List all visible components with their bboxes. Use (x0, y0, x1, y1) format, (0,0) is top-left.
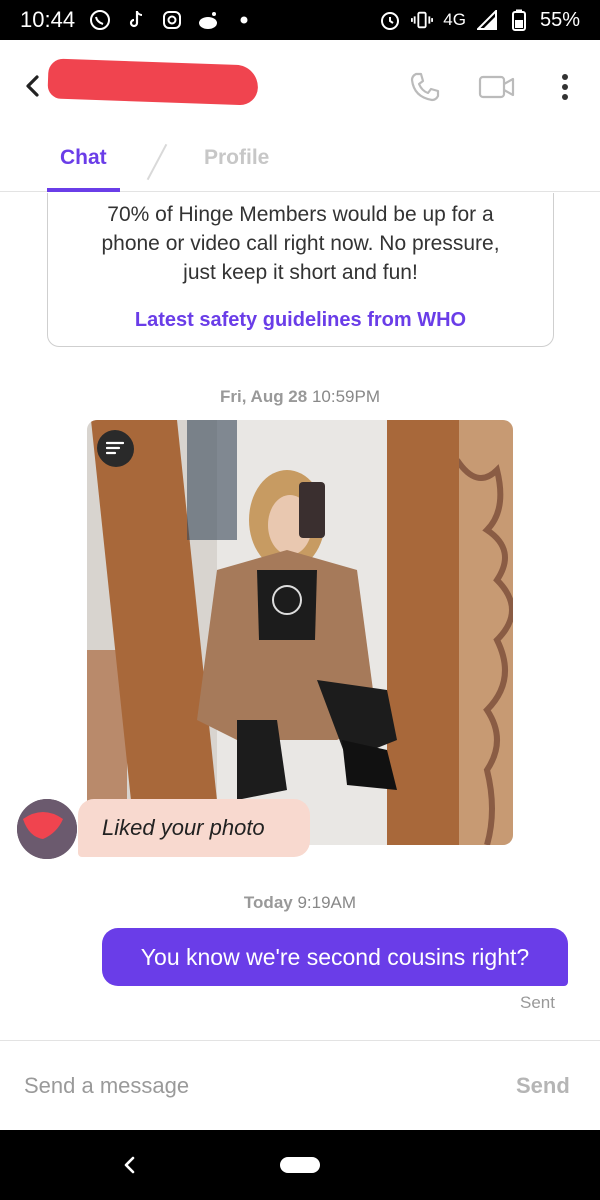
timestamp: Today 9:19AM (0, 893, 600, 913)
mirror-selfie-image (87, 420, 513, 845)
sent-status: Sent (520, 993, 555, 1012)
network-type: 4G (443, 10, 466, 29)
notification-dot-icon (233, 9, 255, 31)
system-back-button[interactable] (118, 1150, 142, 1180)
chat-header: per (0, 40, 600, 132)
system-nav-bar (0, 1130, 600, 1200)
video-call-button[interactable] (478, 72, 516, 102)
back-button[interactable] (18, 70, 46, 102)
alarm-icon (379, 9, 401, 31)
video-camera-icon (478, 75, 515, 99)
timestamp-day: Today (243, 893, 293, 912)
tab-active-indicator (47, 188, 120, 192)
back-arrow-icon (124, 1156, 135, 1174)
phone-icon (410, 72, 440, 102)
liked-photo[interactable] (87, 420, 513, 845)
whatsapp-icon (89, 9, 111, 31)
tab-chat[interactable]: Chat (60, 146, 107, 170)
safety-tip-text: 70% of Hinge Members would be up for a p… (101, 203, 500, 284)
instagram-icon (161, 9, 183, 31)
redaction-scribble (47, 58, 259, 106)
reddit-icon (197, 9, 219, 31)
vibrate-icon (411, 9, 434, 31)
outgoing-message[interactable]: You know we're second cousins right? (102, 928, 568, 986)
tab-divider (146, 143, 168, 181)
chat-thread[interactable]: 70% of Hinge Members would be up for a p… (0, 193, 600, 1040)
signal-icon (476, 9, 498, 31)
timestamp: Fri, Aug 28 10:59PM (0, 387, 600, 407)
battery-icon (508, 9, 530, 31)
tab-profile[interactable]: Profile (204, 146, 269, 170)
chevron-left-icon (26, 75, 39, 97)
safety-guidelines-link[interactable]: Latest safety guidelines from WHO (48, 309, 553, 332)
home-pill[interactable] (280, 1157, 320, 1173)
tab-bar: Chat Profile (0, 132, 600, 192)
more-options-icon[interactable] (555, 70, 575, 104)
status-time: 10:44 (20, 7, 76, 32)
timestamp-time: 9:19AM (297, 893, 357, 912)
timestamp-day: Fri, Aug 28 (220, 387, 308, 406)
status-bar: 10:44 4G 55% (0, 0, 600, 40)
tiktok-icon (125, 9, 147, 31)
message-input[interactable] (24, 1069, 444, 1103)
message-composer: Send (0, 1040, 600, 1130)
comment-icon[interactable] (97, 430, 133, 466)
avatar[interactable] (17, 799, 77, 859)
safety-tip-card: 70% of Hinge Members would be up for a p… (47, 193, 554, 347)
battery-percent: 55% (539, 8, 580, 31)
phone-call-button[interactable] (408, 70, 442, 104)
timestamp-time: 10:59PM (311, 387, 380, 406)
liked-photo-message: Liked your photo (78, 799, 310, 857)
send-button[interactable]: Send (516, 1073, 570, 1099)
